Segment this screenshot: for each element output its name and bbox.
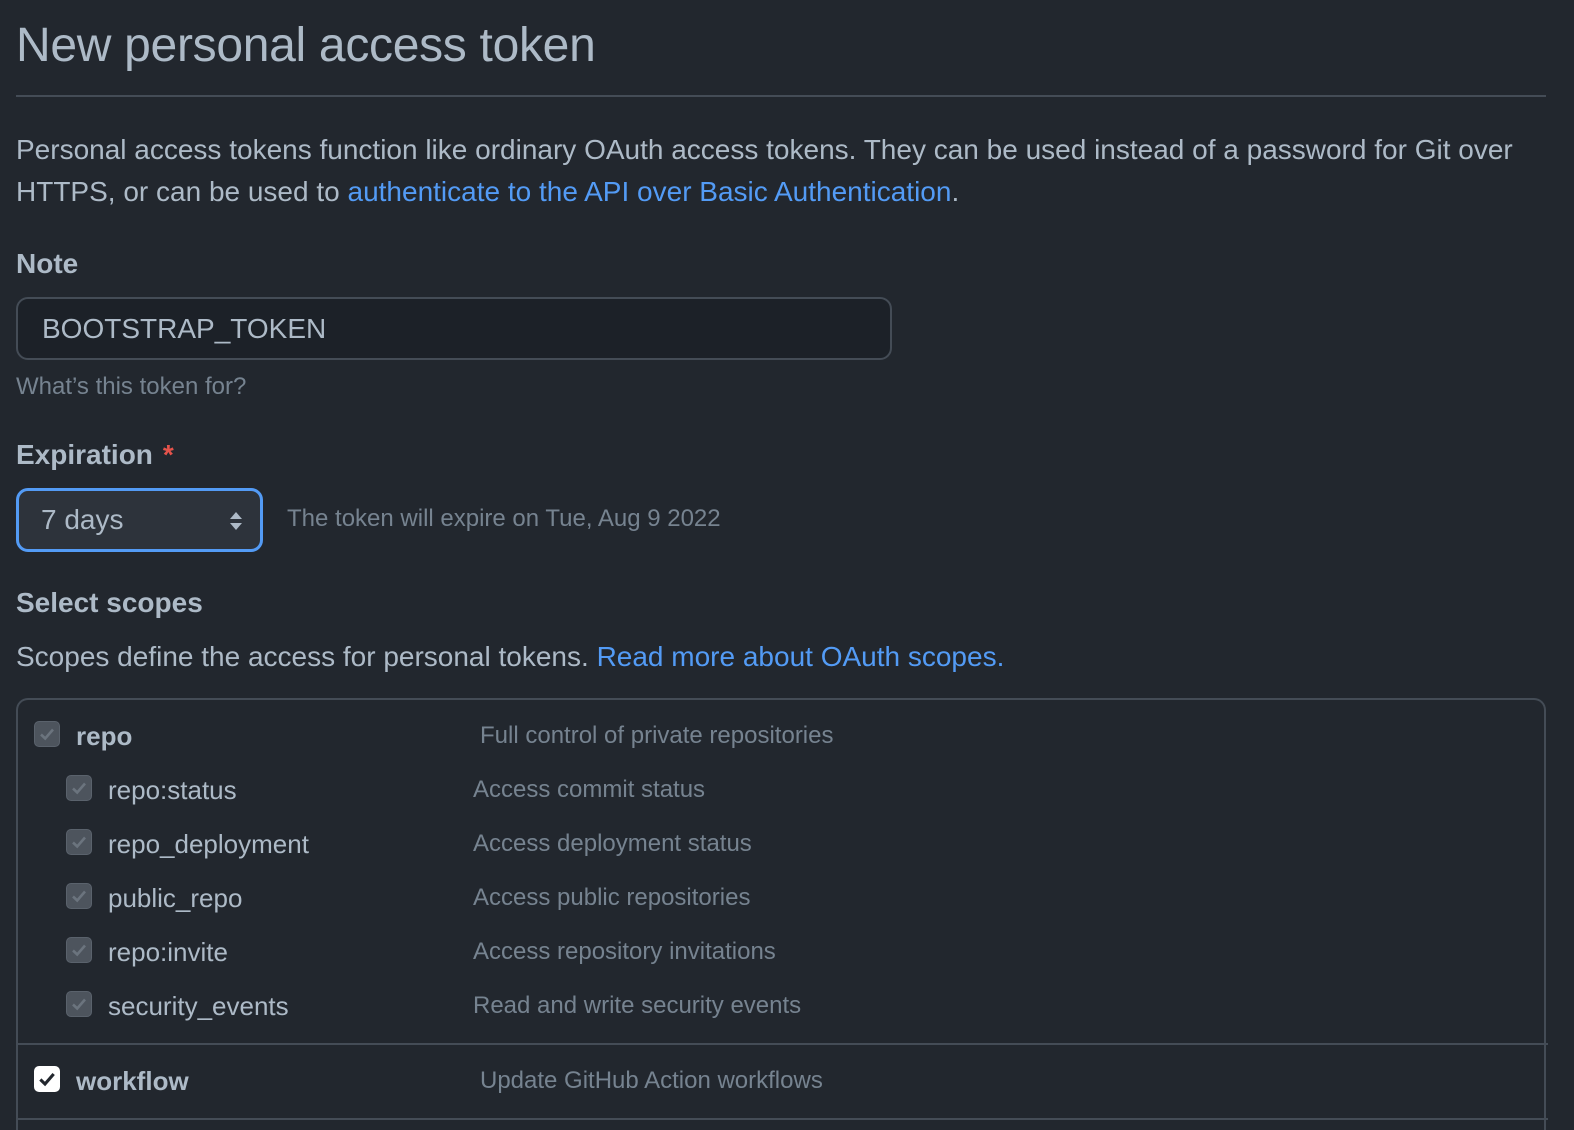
title-divider <box>16 95 1546 97</box>
scope-checkbox-workflow[interactable] <box>34 1066 60 1092</box>
scope-name-public-repo: public_repo <box>108 883 243 913</box>
scope-desc-workflow: Update GitHub Action workflows <box>480 1067 823 1094</box>
scope-desc-security-events: Read and write security events <box>473 992 802 1019</box>
note-label: Note <box>16 248 79 279</box>
check-icon <box>39 1072 55 1087</box>
required-indicator: * <box>162 439 174 470</box>
scopes-description-text: Scopes define the access for personal to… <box>16 641 597 672</box>
scopes-list: repo Full control of private repositorie… <box>16 698 1548 1130</box>
scope-checkbox-repo-invite[interactable] <box>66 937 92 963</box>
check-icon <box>72 782 86 795</box>
scope-name-repo-deployment: repo_deployment <box>108 829 309 859</box>
oauth-scopes-link[interactable]: Read more about OAuth scopes. <box>597 641 1005 672</box>
basic-auth-link[interactable]: authenticate to the API over Basic Authe… <box>348 176 952 207</box>
scope-group-divider <box>18 1118 1548 1120</box>
scope-desc-repo-invite: Access repository invitations <box>473 938 776 965</box>
scope-group-divider <box>18 1043 1548 1045</box>
intro-end: . <box>951 176 960 207</box>
scope-checkbox-security-events[interactable] <box>66 991 92 1017</box>
expiration-note: The token will expire on Tue, Aug 9 2022 <box>287 505 721 532</box>
scope-desc-repo-deployment: Access deployment status <box>473 830 752 857</box>
scope-name-security-events: security_events <box>108 991 289 1021</box>
select-arrows-icon <box>230 512 242 530</box>
scope-row-security-events: security_events Read and write security … <box>18 988 1544 1028</box>
scope-desc-repo-status: Access commit status <box>473 776 706 803</box>
scope-name-workflow: workflow <box>76 1066 189 1096</box>
scope-name-repo: repo <box>76 721 133 751</box>
scopes-heading: Select scopes <box>16 587 203 618</box>
scope-checkbox-repo-status[interactable] <box>66 775 92 801</box>
scope-name-repo-status: repo:status <box>108 775 237 805</box>
check-icon <box>72 998 86 1011</box>
scope-row-repo: repo Full control of private repositorie… <box>18 718 1544 758</box>
check-icon <box>72 890 86 903</box>
scope-desc-repo: Full control of private repositories <box>480 722 834 749</box>
scope-row-public-repo: public_repo Access public repositories <box>18 880 1544 920</box>
scope-row-repo-deployment: repo_deployment Access deployment status <box>18 826 1544 866</box>
scopes-description: Scopes define the access for personal to… <box>16 637 1004 677</box>
scope-name-repo-invite: repo:invite <box>108 937 228 967</box>
token-settings-page: New personal access token Personal acces… <box>0 0 1574 1130</box>
expiration-select[interactable]: 7 days <box>16 488 263 552</box>
check-icon <box>72 836 86 849</box>
scope-checkbox-repo[interactable] <box>34 721 60 747</box>
scope-row-workflow: workflow Update GitHub Action workflows <box>18 1063 1544 1103</box>
check-icon <box>40 728 54 741</box>
expiration-label: Expiration * <box>16 437 174 473</box>
intro-paragraph: Personal access tokens function like ord… <box>16 129 1546 213</box>
note-input[interactable] <box>16 297 892 360</box>
check-icon <box>72 944 86 957</box>
expiration-label-text: Expiration <box>16 439 153 470</box>
scope-checkbox-public-repo[interactable] <box>66 883 92 909</box>
scope-row-repo-status: repo:status Access commit status <box>18 772 1544 812</box>
scope-checkbox-repo-deployment[interactable] <box>66 829 92 855</box>
scope-desc-public-repo: Access public repositories <box>473 884 751 911</box>
expiration-selected-value: 7 days <box>41 504 124 535</box>
note-hint: What’s this token for? <box>16 373 247 400</box>
page-title: New personal access token <box>16 19 596 72</box>
scope-row-repo-invite: repo:invite Access repository invitation… <box>18 934 1544 974</box>
